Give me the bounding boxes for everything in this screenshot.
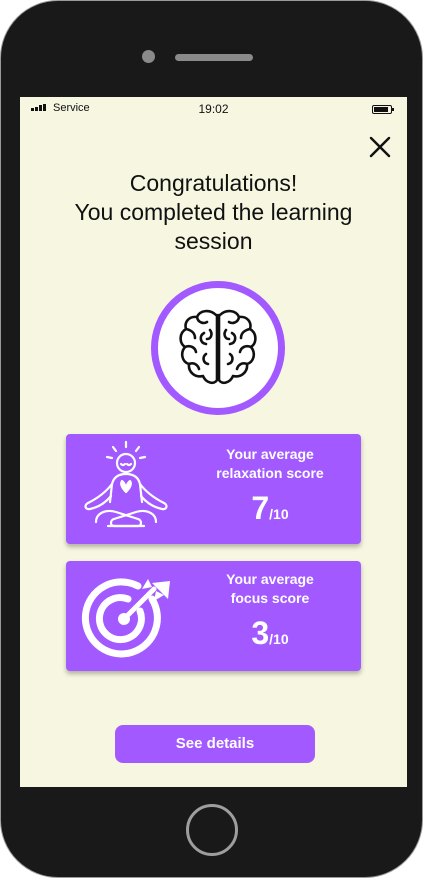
card-label: Your average [226,571,314,587]
target-icon [81,578,170,658]
card-label: focus score [230,590,310,606]
focus-score: 3/10 [196,615,344,652]
focus-score-text: Your average focus score 3/10 [196,570,344,652]
focus-score-card: Your average focus score 3/10 [66,561,361,671]
phone-frame: Service 19:02 Congratulations! You compl… [0,0,423,878]
score-max: /10 [269,631,289,647]
card-label: Your average [226,446,314,462]
page-title: Congratulations! You completed the learn… [20,169,407,256]
score-value: 3 [251,615,270,651]
title-line: You completed the learning [74,199,353,225]
score-value: 7 [251,490,270,526]
battery-icon [372,105,394,114]
relaxation-score-text: Your average relaxation score 7/10 [196,445,344,527]
close-button[interactable] [368,135,392,159]
screen: Service 19:02 Congratulations! You compl… [20,97,407,787]
meditation-icon [84,440,168,528]
status-time: 19:02 [198,102,229,116]
home-button[interactable] [186,804,238,856]
brain-icon [179,309,257,385]
front-camera [142,50,155,63]
status-bar: Service 19:02 [20,97,407,121]
title-line: Congratulations! [129,170,298,196]
see-details-button[interactable]: See details [115,725,315,763]
relaxation-score: 7/10 [196,490,344,527]
earpiece-speaker [175,54,253,61]
relaxation-score-card: Your average relaxation score 7/10 [66,434,361,544]
close-icon [369,136,391,158]
card-label: relaxation score [216,465,324,481]
title-line: session [174,228,253,254]
score-max: /10 [269,506,289,522]
brain-badge [151,281,285,415]
